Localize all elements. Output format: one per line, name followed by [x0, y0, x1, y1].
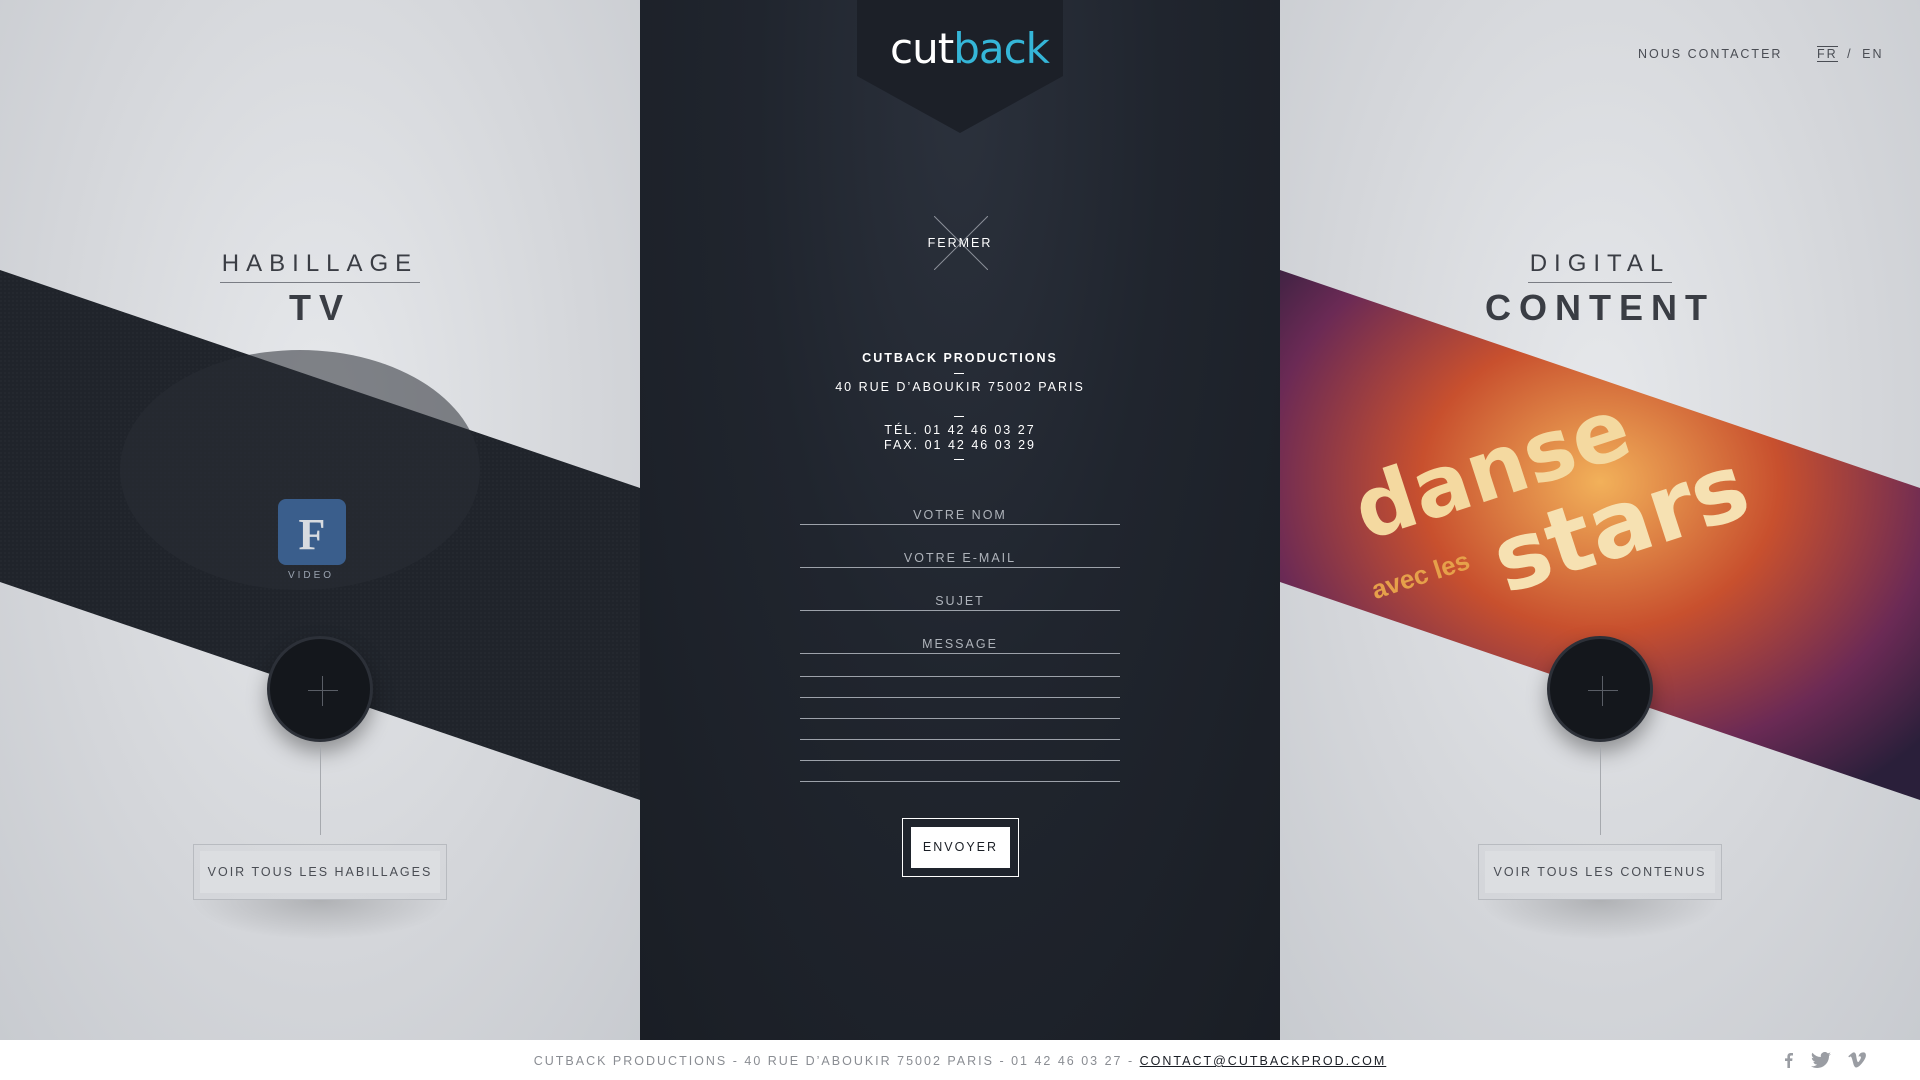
plus-icon-vertical — [1602, 676, 1603, 706]
message-line[interactable] — [800, 697, 1120, 698]
button-shadow — [190, 900, 450, 940]
category-title-top: DIGITAL — [1527, 250, 1673, 283]
button-shadow — [1480, 900, 1720, 940]
lang-separator: / — [1847, 47, 1853, 61]
message-line[interactable] — [800, 781, 1120, 782]
voir-contenus-label: VOIR TOUS LES CONTENUS — [1485, 851, 1715, 893]
logo-part-cut: cut — [890, 24, 954, 73]
send-button-frame: ENVOYER — [902, 818, 1019, 877]
name-placeholder: VOTRE NOM — [913, 508, 1007, 522]
company-tel: TÉL. 01 42 46 03 27 — [884, 423, 1036, 437]
footer-email-link[interactable]: CONTACT@CUTBACKPROD.COM — [1140, 1054, 1387, 1068]
divider — [954, 416, 964, 417]
message-placeholder: MESSAGE — [922, 637, 998, 651]
facebook-icon[interactable] — [1784, 1052, 1794, 1068]
message-line[interactable] — [800, 718, 1120, 719]
voir-habillages-button[interactable]: VOIR TOUS LES HABILLAGES — [193, 844, 447, 900]
nav-contact-link[interactable]: NOUS CONTACTER — [1638, 47, 1782, 61]
divider — [954, 459, 964, 460]
footer-text: CUTBACK PRODUCTIONS - 40 RUE D’ABOUKIR 7… — [0, 1054, 1920, 1068]
category-title-bottom: TV — [288, 287, 351, 328]
plus-icon — [1588, 690, 1618, 691]
vimeo-icon[interactable] — [1848, 1052, 1866, 1068]
company-address: 40 RUE D’ABOUKIR 75002 PARIS — [835, 380, 1085, 394]
company-fax: FAX. 01 42 46 03 29 — [884, 438, 1036, 452]
lang-en-link[interactable]: EN — [1862, 47, 1883, 61]
expand-plus-button[interactable] — [267, 636, 373, 742]
subject-placeholder: SUJET — [935, 594, 985, 608]
habillage-tv-panel: F VIDEO HABILLAGE TV VOIR TOUS LES HABIL… — [0, 0, 640, 1040]
close-label[interactable]: FERMER — [640, 236, 1280, 250]
category-title-bottom: CONTENT — [1485, 287, 1715, 328]
category-title-top: HABILLAGE — [219, 250, 421, 283]
connector-line — [1600, 745, 1601, 835]
plus-icon-vertical — [322, 676, 323, 706]
voir-contenus-button[interactable]: VOIR TOUS LES CONTENUS — [1478, 844, 1722, 900]
message-line[interactable] — [800, 739, 1120, 740]
email-placeholder: VOTRE E-MAIL — [903, 551, 1017, 565]
svg-text:F: F — [299, 510, 326, 559]
email-field[interactable]: VOTRE E-MAIL — [800, 551, 1120, 568]
divider — [954, 373, 964, 374]
message-field[interactable]: MESSAGE — [800, 637, 1120, 654]
expand-plus-button[interactable] — [1547, 636, 1653, 742]
category-title: HABILLAGE TV — [0, 250, 640, 329]
connector-line — [320, 745, 321, 835]
footer-address: CUTBACK PRODUCTIONS - 40 RUE D’ABOUKIR 7… — [533, 1054, 1135, 1068]
lang-fr-link[interactable]: FR — [1817, 46, 1838, 62]
company-name: CUTBACK PRODUCTIONS — [862, 351, 1058, 365]
video-badge-text: VIDEO — [287, 570, 335, 581]
subject-field[interactable]: SUJET — [800, 594, 1120, 611]
message-line[interactable] — [800, 676, 1120, 677]
send-button[interactable]: ENVOYER — [911, 827, 1010, 868]
name-field[interactable]: VOTRE NOM — [800, 508, 1120, 525]
digital-content-panel: danse avec les stars DIGITAL CONTENT VOI… — [1280, 0, 1920, 1040]
voir-habillages-label: VOIR TOUS LES HABILLAGES — [200, 851, 440, 893]
cutback-logo[interactable]: cutback — [890, 24, 1050, 73]
logo-part-back: back — [953, 24, 1050, 73]
footer: CUTBACK PRODUCTIONS - 40 RUE D’ABOUKIR 7… — [0, 1040, 1920, 1080]
message-line[interactable] — [800, 760, 1120, 761]
plus-icon — [308, 690, 338, 691]
twitter-icon[interactable] — [1811, 1052, 1831, 1068]
category-title: DIGITAL CONTENT — [1280, 250, 1920, 329]
language-switcher: FR / EN — [1817, 46, 1884, 62]
contact-panel: cutback FERMER CUTBACK PRODUCTIONS 40 RU… — [640, 0, 1280, 1040]
